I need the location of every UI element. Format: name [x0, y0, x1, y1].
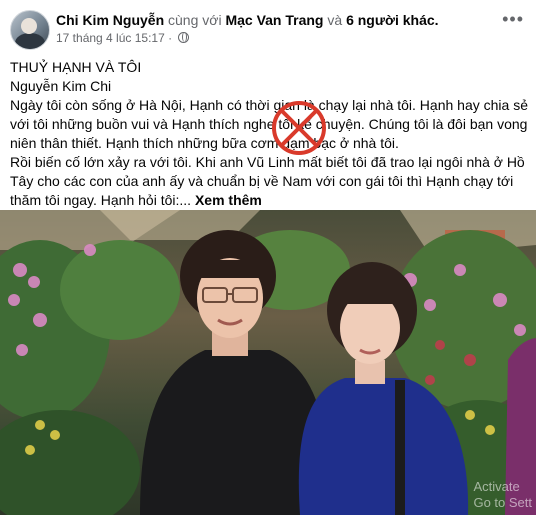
post-byline: Nguyễn Kim Chi	[10, 78, 112, 94]
post-paragraph-2: Rồi biến cố lớn xảy ra với tôi. Khi anh …	[10, 153, 530, 210]
activate-watermark: Activate Go to Sett	[473, 479, 532, 511]
post-photo[interactable]: Activate Go to Sett	[0, 210, 536, 515]
post-paragraph-2-text: Rồi biến cố lớn xảy ra với tôi. Khi anh …	[10, 154, 525, 208]
post-header: Chi Kim Nguyễn cùng với Mạc Van Trang và…	[10, 8, 530, 50]
globe-icon	[178, 32, 190, 43]
watermark-line-2: Go to Sett	[473, 495, 532, 510]
author-name[interactable]: Chi Kim Nguyễn	[56, 12, 164, 28]
post-meta: 17 tháng 4 lúc 15:17 ·	[56, 31, 190, 45]
watermark-line-1: Activate	[473, 479, 520, 494]
author-avatar[interactable]	[10, 10, 50, 50]
tagged-person[interactable]: Mạc Van Trang	[225, 12, 323, 28]
with-text: cùng với	[168, 12, 222, 28]
photo-illustration	[0, 210, 536, 515]
post-text: THUỶ HẠNH VÀ TÔI Nguyễn Kim Chi Ngày tôi…	[10, 58, 530, 210]
others-link[interactable]: 6 người khác.	[346, 12, 438, 28]
post-timestamp[interactable]: 17 tháng 4 lúc 15:17 ·	[56, 31, 172, 45]
post-title: THUỶ HẠNH VÀ TÔI	[10, 59, 142, 75]
see-more-link[interactable]: Xem thêm	[195, 192, 262, 208]
post-paragraph-1: Ngày tôi còn sống ở Hà Nội, Hạnh có thời…	[10, 97, 528, 151]
author-line: Chi Kim Nguyễn cùng với Mạc Van Trang và…	[56, 12, 439, 28]
facebook-post-card: Chi Kim Nguyễn cùng với Mạc Van Trang và…	[0, 0, 536, 515]
red-cross-stamp	[272, 101, 326, 155]
and-text: và	[327, 12, 343, 28]
more-options-icon[interactable]: •••	[502, 10, 524, 28]
